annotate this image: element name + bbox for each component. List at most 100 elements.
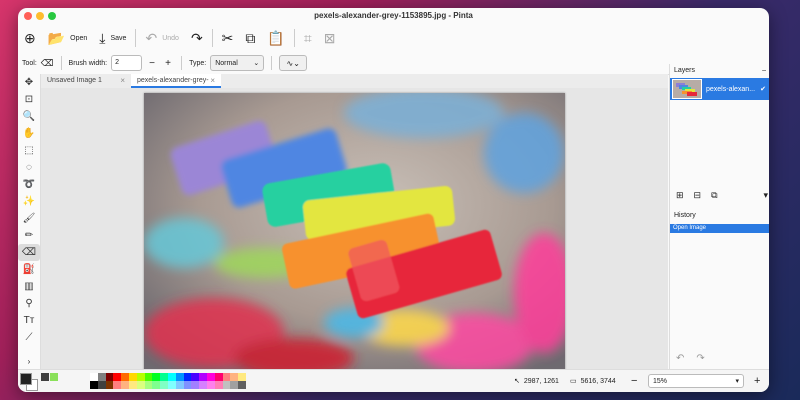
palette-swatch[interactable]	[90, 381, 98, 389]
delete-layer-button[interactable]: ⊟	[694, 190, 702, 201]
deselect-button[interactable]: ⊠	[318, 26, 342, 50]
palette-swatch[interactable]	[105, 373, 114, 381]
zoom-out-button[interactable]: −	[631, 370, 637, 392]
close-tab-icon[interactable]: ×	[210, 74, 215, 88]
palette-swatch[interactable]	[113, 373, 122, 381]
palette-swatch[interactable]	[136, 373, 145, 381]
palette-swatch[interactable]	[160, 381, 168, 389]
text-tool[interactable]: Tт	[18, 312, 40, 329]
recent-color-swatch[interactable]	[41, 373, 49, 381]
palette-swatch[interactable]	[183, 373, 192, 381]
palette-swatch[interactable]	[128, 373, 137, 381]
palette-swatch[interactable]	[191, 381, 200, 389]
save-button[interactable]: ⤓ Save	[93, 26, 132, 50]
color-picker-tool[interactable]: ⚲	[18, 295, 40, 312]
brush-width-decrease-button[interactable]: −	[146, 58, 158, 69]
close-window-button[interactable]	[24, 12, 32, 20]
palette-swatch[interactable]	[167, 373, 176, 381]
palette-swatch[interactable]	[214, 373, 223, 381]
pan-tool[interactable]: ✋	[18, 125, 40, 142]
brush-width-input[interactable]: 2	[111, 55, 143, 71]
history-redo-icon[interactable]: ↷	[696, 353, 704, 364]
chevron-down-icon[interactable]: ▾	[735, 377, 739, 385]
palette-swatch[interactable]	[238, 381, 246, 389]
copy-button[interactable]: ⧉	[239, 26, 261, 50]
magic-wand-tool[interactable]: ✨	[18, 193, 40, 210]
cut-button[interactable]: ✂	[216, 26, 240, 50]
palette-swatch[interactable]	[191, 373, 200, 381]
palette-swatch[interactable]	[160, 373, 168, 381]
history-undo-icon[interactable]: ↶	[676, 353, 684, 364]
canvas-area[interactable]	[41, 88, 668, 370]
tab-document-1[interactable]: Unsaved Image 1 ×	[41, 74, 131, 88]
zoom-in-button[interactable]: +	[754, 370, 760, 392]
palette-swatch[interactable]	[144, 381, 153, 389]
line-curve-tool[interactable]: ⟋	[18, 329, 40, 346]
gradient-tool[interactable]: ▥	[18, 278, 40, 295]
palette-swatch[interactable]	[222, 373, 231, 381]
palette-swatch[interactable]	[121, 381, 129, 389]
palette-swatch[interactable]	[183, 381, 192, 389]
palette-swatch[interactable]	[128, 381, 137, 389]
palette-swatch[interactable]	[97, 381, 106, 389]
undo-button[interactable]: ↶ Undo	[139, 26, 184, 50]
add-layer-button[interactable]: ⊞	[676, 190, 684, 201]
move-selected-tool[interactable]: ✥	[18, 74, 40, 91]
history-item[interactable]: Open Image	[670, 224, 769, 233]
canvas-image[interactable]	[144, 93, 565, 370]
type-select[interactable]: Normal ⌄	[210, 55, 265, 71]
expand-tools-icon[interactable]: ›	[18, 357, 40, 366]
palette-swatch[interactable]	[152, 373, 161, 381]
layer-visible-checkbox[interactable]: ✔	[760, 85, 766, 93]
lasso-select-tool[interactable]: ➰	[18, 176, 40, 193]
palette-swatch[interactable]	[97, 373, 106, 381]
palette-swatch[interactable]	[167, 381, 176, 389]
palette-swatch[interactable]	[113, 381, 122, 389]
duplicate-layer-button[interactable]: ⧉	[711, 190, 717, 201]
palette-swatch[interactable]	[206, 373, 215, 381]
palette-swatch[interactable]	[238, 373, 246, 381]
paintbrush-tool[interactable]: 🖌	[18, 210, 40, 227]
tab-document-2[interactable]: pexels-alexander-grey-1...×	[131, 74, 221, 98]
eraser-tool[interactable]: ⌫	[18, 244, 40, 261]
recent-color-swatch[interactable]	[50, 373, 58, 381]
palette-swatch[interactable]	[90, 373, 98, 381]
palette-swatch[interactable]	[206, 381, 215, 389]
palette-swatch[interactable]	[152, 381, 161, 389]
palette-swatch[interactable]	[175, 381, 184, 389]
layer-menu-button[interactable]: ▾	[763, 190, 768, 201]
redo-button[interactable]: ↷	[185, 26, 209, 50]
brush-width-increase-button[interactable]: +	[162, 58, 174, 69]
palette-swatch[interactable]	[222, 381, 231, 389]
close-tab-icon[interactable]: ×	[120, 74, 125, 88]
palette-swatch[interactable]	[175, 373, 184, 381]
crop-button[interactable]: ⌗	[298, 26, 318, 50]
text-icon: Tт	[23, 315, 35, 326]
palette-swatch[interactable]	[230, 373, 239, 381]
layer-item[interactable]: pexels-alexan... ✔	[670, 78, 769, 100]
palette-swatch[interactable]	[214, 381, 223, 389]
primary-color-swatch[interactable]	[20, 373, 32, 385]
primary-secondary-colors[interactable]	[20, 373, 38, 391]
move-selection-tool[interactable]: ⊡	[18, 91, 40, 108]
palette-swatch[interactable]	[136, 381, 145, 389]
palette-swatch[interactable]	[199, 373, 207, 381]
palette-swatch[interactable]	[105, 381, 114, 389]
palette-swatch[interactable]	[144, 373, 153, 381]
zoom-combo[interactable]: 15% ▾	[648, 374, 744, 388]
antialiasing-dropdown[interactable]: ∿ ⌄	[279, 55, 308, 71]
minimize-window-button[interactable]	[36, 12, 44, 20]
paste-button[interactable]: 📋	[261, 26, 290, 50]
open-button[interactable]: 📂 Open	[42, 26, 94, 50]
palette-swatch[interactable]	[199, 381, 207, 389]
collapse-layers-button[interactable]: –	[762, 64, 766, 78]
maximize-window-button[interactable]	[48, 12, 56, 20]
pencil-tool[interactable]: ✏	[18, 227, 40, 244]
zoom-tool[interactable]: 🔍	[18, 108, 40, 125]
ellipse-select-tool[interactable]: ◌	[18, 159, 40, 176]
rectangle-select-tool[interactable]: ⬚	[18, 142, 40, 159]
new-button[interactable]: ⊕	[18, 26, 42, 50]
paint-bucket-tool[interactable]: ⛽	[18, 261, 40, 278]
palette-swatch[interactable]	[121, 373, 129, 381]
palette-swatch[interactable]	[230, 381, 239, 389]
